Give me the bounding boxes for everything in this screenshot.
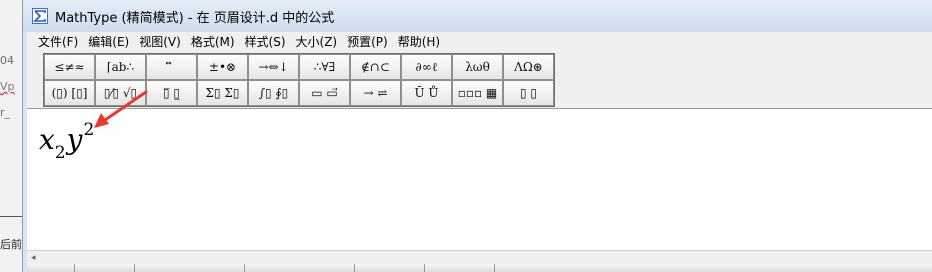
palette-labeled-arrows-button[interactable]: → ⇌ — [350, 80, 401, 106]
menu-help[interactable]: 帮助(H) — [393, 32, 445, 52]
background-text: r_ — [0, 106, 11, 119]
palette-greek-lower-button[interactable]: λωθ — [452, 54, 503, 80]
background-text: 后前 — [0, 238, 22, 251]
status-cell — [75, 264, 135, 272]
palette-logic-button[interactable]: ∴∀∃ — [299, 54, 350, 80]
palette-spaces-ellipses-button[interactable]: ⌈ab∴ — [95, 54, 146, 80]
palette-summation-button[interactable]: Σ▯ Σ▯ — [197, 80, 248, 106]
status-cell — [355, 264, 425, 272]
palette-arrows-button[interactable]: →⇔↓ — [248, 54, 299, 80]
title-bar[interactable]: MathType (精简模式) - 在 页眉设计.d 中的公式 — [23, 0, 932, 32]
status-cell — [27, 264, 75, 272]
equation-variable-x: x — [39, 123, 55, 156]
status-bar — [27, 264, 932, 272]
mathtype-window: MathType (精简模式) - 在 页眉设计.d 中的公式 文件(F) 编辑… — [22, 0, 932, 272]
window-title: MathType (精简模式) - 在 页眉设计.d 中的公式 — [55, 10, 335, 26]
palette-subscript-superscript-button[interactable]: ▯̅ ▯̲ — [146, 80, 197, 106]
status-cell — [245, 264, 355, 272]
equation[interactable]: x2y2 — [39, 120, 95, 163]
mathtype-sigma-icon[interactable] — [31, 7, 49, 25]
status-cell — [135, 264, 245, 272]
menu-file[interactable]: 文件(F) — [33, 32, 83, 52]
menu-format[interactable]: 格式(M) — [186, 32, 240, 52]
palette-embellishments-button[interactable]: ⃗⃡⃖ — [146, 54, 197, 80]
palette-relations-button[interactable]: ≤≠≈ — [44, 54, 95, 80]
palette-boxes-button[interactable]: ▯ ▯ — [503, 80, 554, 106]
palette-underbar-overbar-button[interactable]: ▭ ▭⃗ — [299, 80, 350, 106]
equation-editor-area[interactable]: x2y2 — [27, 108, 932, 254]
scroll-left-arrow-icon[interactable]: ◂ — [31, 253, 36, 263]
background-text: Vp — [0, 80, 15, 93]
toolbar-area: ≤≠≈ ⌈ab∴ ⃗⃡⃖ ±•⊗ →⇔↓ ∴∀∃ ∉∩⊂ ∂∞ℓ λωθ ΛΩ⊛… — [27, 52, 932, 108]
equation-subscript: 2 — [54, 143, 66, 163]
status-cell — [495, 264, 932, 272]
menu-size[interactable]: 大小(Z) — [291, 32, 343, 52]
background-divider — [0, 216, 22, 217]
symbol-palette: ≤≠≈ ⌈ab∴ ⃗⃡⃖ ±•⊗ →⇔↓ ∴∀∃ ∉∩⊂ ∂∞ℓ λωθ ΛΩ⊛… — [43, 53, 555, 107]
palette-fractions-radicals-button[interactable]: ▯⁄▯ √▯ — [95, 80, 146, 106]
palette-misc-symbols-button[interactable]: ∂∞ℓ — [401, 54, 452, 80]
equation-superscript: 2 — [83, 120, 95, 140]
menu-bar: 文件(F) 编辑(E) 视图(V) 格式(M) 样式(S) 大小(Z) 预置(P… — [27, 32, 932, 52]
palette-greek-upper-button[interactable]: ΛΩ⊛ — [503, 54, 554, 80]
menu-edit[interactable]: 编辑(E) — [83, 32, 134, 52]
background-text: 04 — [0, 54, 14, 67]
palette-products-set-button[interactable]: Ū Ů — [401, 80, 452, 106]
palette-fences-button[interactable]: (▯) [▯] — [44, 80, 95, 106]
palette-integrals-button[interactable]: ∫▯ ∮▯ — [248, 80, 299, 106]
palette-matrices-button[interactable]: ▫▫▫ ▦ — [452, 80, 503, 106]
palette-operators-button[interactable]: ±•⊗ — [197, 54, 248, 80]
menu-style[interactable]: 样式(S) — [240, 32, 291, 52]
menu-preferences[interactable]: 预置(P) — [342, 32, 393, 52]
status-cell — [425, 264, 495, 272]
horizontal-scrollbar[interactable]: ◂ — [27, 250, 932, 264]
palette-set-theory-button[interactable]: ∉∩⊂ — [350, 54, 401, 80]
menu-view[interactable]: 视图(V) — [134, 32, 186, 52]
equation-variable-y: y — [66, 123, 83, 156]
